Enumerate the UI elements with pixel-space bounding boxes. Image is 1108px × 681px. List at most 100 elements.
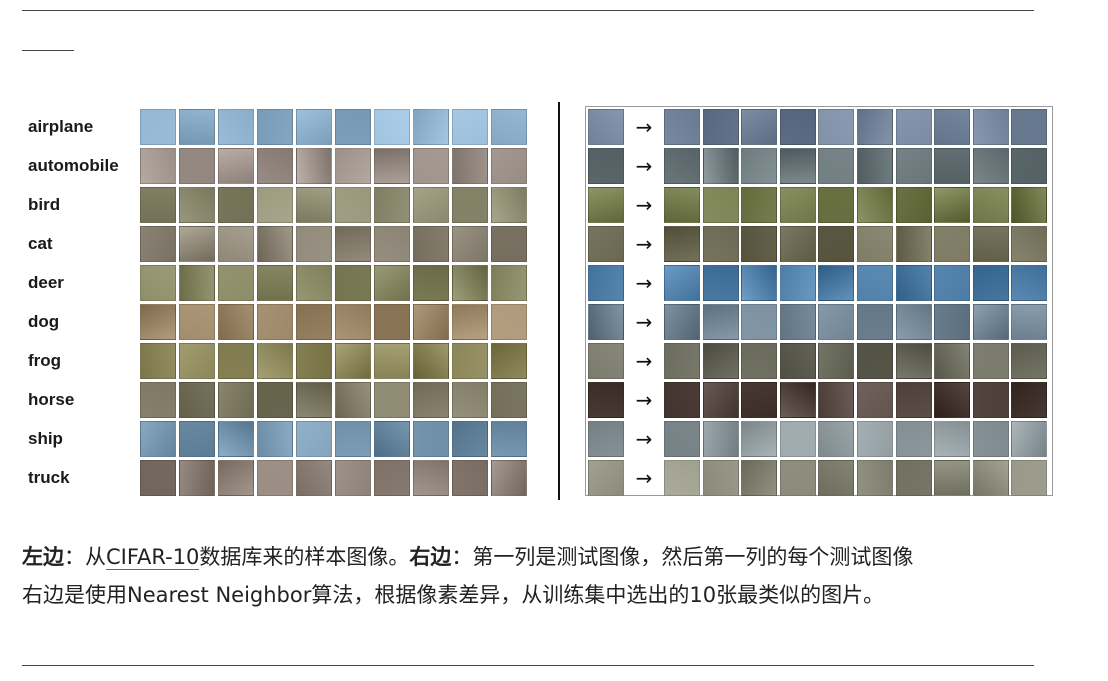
figure-separator	[558, 102, 560, 500]
class-label-cat: cat	[28, 234, 53, 253]
sample-image-dog-6	[335, 304, 371, 340]
nearest-neighbor-image-9-3	[741, 421, 778, 457]
nearest-neighbor-image-8-3	[741, 382, 778, 418]
sample-image-airplane-7	[374, 109, 410, 145]
sample-image-ship-4	[257, 421, 293, 457]
nearest-neighbor-image-1-1	[664, 109, 700, 145]
sample-image-deer-10	[491, 265, 527, 301]
nearest-neighbor-image-2-2	[702, 148, 739, 184]
sample-image-deer-4	[257, 265, 293, 301]
figure-caption: 左边：从CIFAR-10数据库来的样本图像。右边：第一列是测试图像，然后第一列的…	[22, 538, 1082, 614]
sample-image-frog-9	[452, 343, 488, 379]
nearest-neighbor-image-9-4	[779, 421, 816, 457]
nearest-neighbor-image-4-5	[818, 226, 855, 262]
nearest-neighbor-image-2-9	[972, 148, 1009, 184]
nearest-neighbor-image-7-6	[857, 343, 893, 379]
sample-image-automobile-6	[335, 148, 371, 184]
nearest-neighbor-image-3-2	[702, 187, 739, 223]
test-image-row-8	[588, 382, 624, 418]
sample-image-dog-4	[257, 304, 293, 340]
sample-image-cat-5	[296, 226, 332, 262]
nearest-neighbor-image-7-9	[972, 343, 1009, 379]
sample-image-dog-10	[491, 304, 527, 340]
sample-image-bird-2	[179, 187, 215, 223]
sample-image-ship-7	[374, 421, 410, 457]
class-label-dog: dog	[28, 312, 60, 331]
sample-image-cat-1	[140, 226, 176, 262]
sample-image-cat-6	[335, 226, 371, 262]
sample-image-truck-7	[374, 460, 410, 496]
arrow-icon: →	[635, 310, 653, 334]
caption-colon-from: ：从	[64, 545, 106, 569]
nearest-neighbor-image-8-10	[1011, 382, 1048, 418]
sample-image-dog-7	[374, 304, 410, 340]
nearest-neighbor-image-9-7	[895, 421, 932, 457]
nearest-neighbor-image-3-3	[741, 187, 778, 223]
nearest-neighbor-image-7-1	[664, 343, 700, 379]
nearest-neighbor-image-6-6	[857, 304, 893, 340]
nearest-neighbor-image-1-6	[857, 109, 893, 145]
nearest-neighbor-image-8-9	[972, 382, 1009, 418]
nearest-neighbor-image-2-8	[934, 148, 971, 184]
class-label-truck: truck	[28, 468, 70, 487]
sample-image-cat-7	[374, 226, 410, 262]
nearest-neighbor-image-10-3	[741, 460, 778, 496]
class-label-airplane: airplane	[28, 117, 94, 136]
sample-image-bird-10	[491, 187, 527, 223]
caption-dataset-link[interactable]: CIFAR-10	[106, 545, 200, 570]
sample-image-truck-8	[413, 460, 449, 496]
sample-image-frog-7	[374, 343, 410, 379]
sample-image-dog-5	[296, 304, 332, 340]
nearest-neighbor-image-10-9	[972, 460, 1009, 496]
sample-image-automobile-10	[491, 148, 527, 184]
nearest-neighbor-image-10-4	[779, 460, 816, 496]
sample-image-horse-9	[452, 382, 488, 418]
nearest-neighbor-image-7-2	[702, 343, 739, 379]
test-image-row-9	[588, 421, 624, 457]
sample-image-dog-3	[218, 304, 254, 340]
nearest-neighbor-image-7-4	[779, 343, 816, 379]
arrow-icon: →	[635, 388, 653, 412]
sample-image-horse-10	[491, 382, 527, 418]
sample-image-ship-8	[413, 421, 449, 457]
sample-image-truck-3	[218, 460, 254, 496]
class-label-frog: frog	[28, 351, 62, 370]
class-label-horse: horse	[28, 390, 75, 409]
nearest-neighbor-image-4-4	[779, 226, 816, 262]
nearest-neighbor-image-1-3	[741, 109, 778, 145]
nearest-neighbor-image-2-10	[1011, 148, 1048, 184]
caption-part1: 数据库来的样本图像。	[199, 545, 410, 569]
nearest-neighbor-image-9-1	[664, 421, 700, 457]
sample-image-ship-9	[452, 421, 488, 457]
sample-image-bird-8	[413, 187, 449, 223]
test-image-row-1	[588, 109, 624, 145]
nearest-neighbor-image-3-9	[972, 187, 1009, 223]
test-image-row-4	[588, 226, 624, 262]
sample-image-airplane-6	[335, 109, 371, 145]
nearest-neighbor-image-6-8	[934, 304, 971, 340]
nearest-neighbor-image-2-5	[818, 148, 855, 184]
nearest-neighbor-image-9-9	[972, 421, 1009, 457]
arrow-icon: →	[635, 349, 653, 373]
nearest-neighbor-image-8-5	[818, 382, 855, 418]
sample-image-airplane-10	[491, 109, 527, 145]
caption-right-label: 右边	[409, 545, 452, 569]
sample-image-ship-1	[140, 421, 176, 457]
nearest-neighbor-image-5-4	[779, 265, 816, 301]
nearest-neighbor-image-5-2	[702, 265, 739, 301]
sample-image-bird-9	[452, 187, 488, 223]
sample-image-deer-5	[296, 265, 332, 301]
sample-image-cat-3	[218, 226, 254, 262]
sample-image-horse-3	[218, 382, 254, 418]
nearest-neighbor-image-6-10	[1011, 304, 1048, 340]
sample-image-deer-6	[335, 265, 371, 301]
nearest-neighbor-image-3-6	[857, 187, 893, 223]
nearest-neighbor-image-3-1	[664, 187, 700, 223]
sample-image-automobile-1	[140, 148, 176, 184]
nearest-neighbor-image-2-4	[779, 148, 816, 184]
class-label-deer: deer	[28, 273, 64, 292]
bottom-divider	[22, 665, 1034, 666]
sample-image-horse-5	[296, 382, 332, 418]
sample-image-ship-10	[491, 421, 527, 457]
nearest-neighbor-image-4-2	[702, 226, 739, 262]
